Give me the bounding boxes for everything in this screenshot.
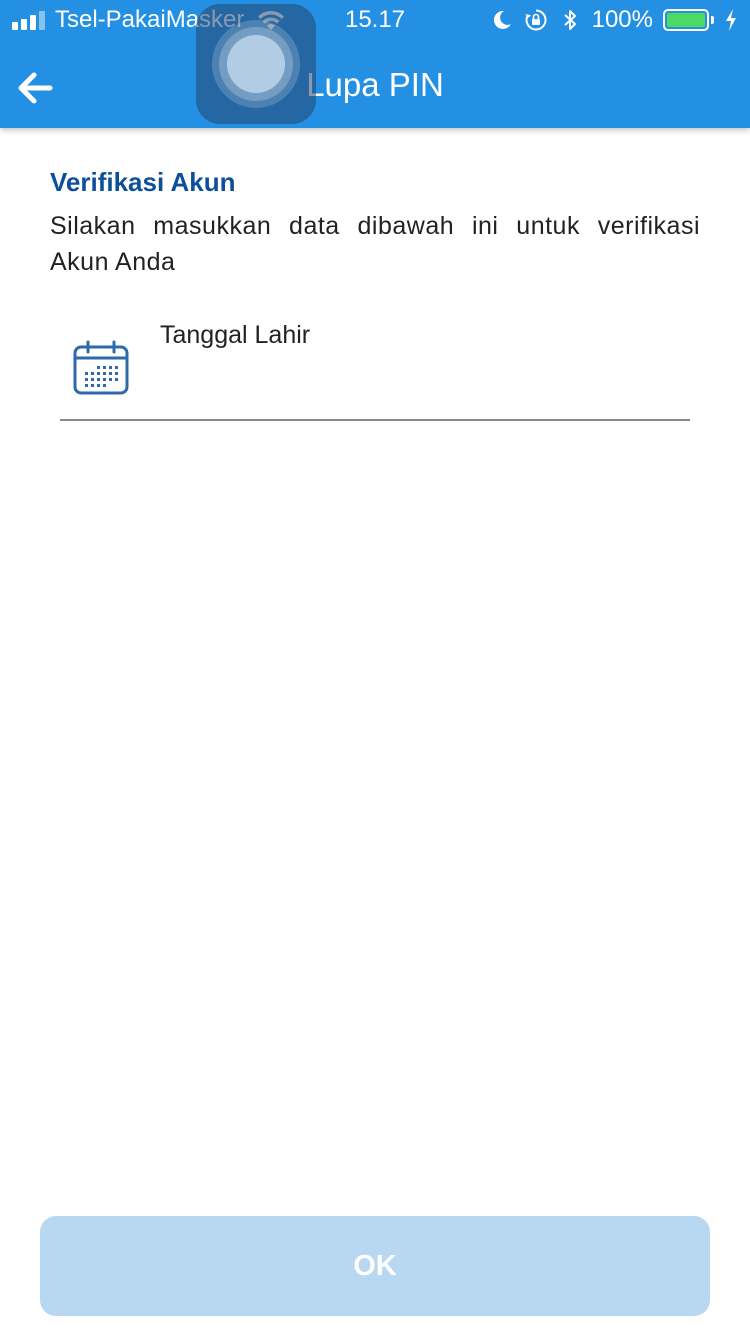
birth-date-label: Tanggal Lahir: [160, 321, 311, 349]
page-title: Lupa PIN: [306, 66, 444, 103]
section-title: Verifikasi Akun: [50, 167, 236, 197]
bluetooth-icon: [563, 10, 576, 30]
ok-button[interactable]: OK: [40, 1216, 710, 1316]
battery-percent: 100%: [591, 6, 653, 33]
rotation-lock-icon: [525, 9, 547, 31]
charging-icon: [726, 9, 736, 31]
moon-icon: [493, 10, 511, 29]
status-icons: 100%: [490, 0, 738, 40]
status-bar: Tsel-PakaiMasker 15.17 100%: [0, 0, 750, 40]
assistive-touch-button[interactable]: [196, 4, 316, 124]
birth-date-field[interactable]: Tanggal Lahir: [60, 310, 690, 421]
calendar-icon: [73, 340, 129, 395]
verification-section: Verifikasi Akun Silakan masukkan data di…: [50, 160, 700, 280]
app-header: Tsel-PakaiMasker 15.17 100% Lupa PIN: [0, 0, 750, 128]
battery-icon: [663, 9, 714, 31]
description-text: Silakan masukkan data dibawah ini untuk …: [50, 212, 700, 276]
